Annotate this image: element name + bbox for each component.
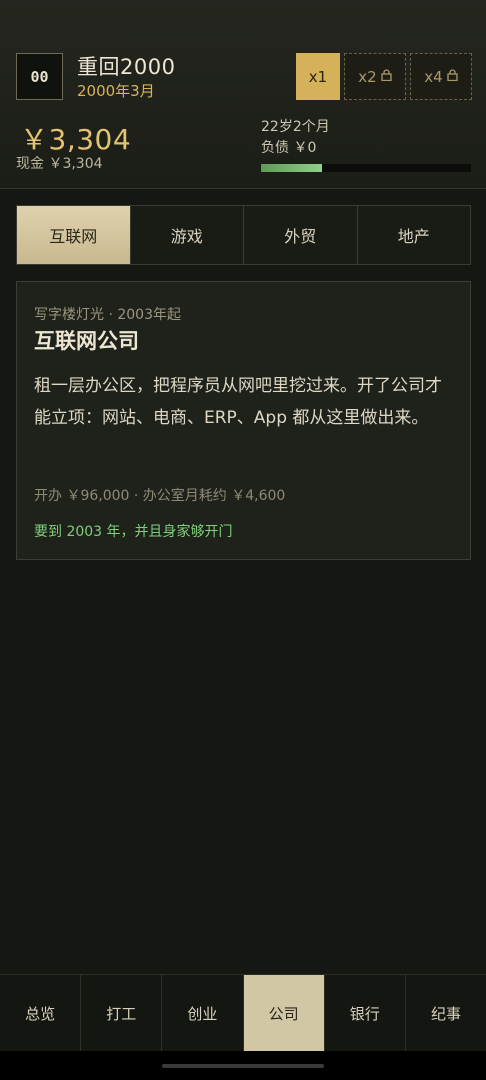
life-progress-bar [261, 164, 471, 172]
nav-chronicle[interactable]: 纪事 [406, 975, 486, 1051]
speed-x4-button[interactable]: x4 [410, 53, 472, 100]
tab-games[interactable]: 游戏 [131, 206, 244, 264]
card-cost: 开办 ￥96,000 · 办公室月耗约 ￥4,600 [34, 488, 286, 504]
player-age: 22岁2个月 [261, 119, 330, 135]
system-nav-bar [0, 1051, 486, 1080]
tab-trade[interactable]: 外贸 [244, 206, 358, 264]
nav-bank[interactable]: 银行 [325, 975, 406, 1051]
nav-startup[interactable]: 创业 [162, 975, 244, 1051]
speed-label: x4 [424, 67, 443, 86]
nav-overview[interactable]: 总览 [0, 975, 82, 1051]
cash-amount: ￥3,304 [20, 123, 132, 156]
debt-amount: 负债 ￥0 [261, 140, 317, 156]
lock-icon [381, 69, 392, 84]
bottom-nav: 总览 打工 创业 公司 银行 纪事 [0, 974, 486, 1051]
industry-tabs: 互联网 游戏 外贸 地产 [16, 205, 471, 265]
speed-x1-button[interactable]: x1 [296, 53, 340, 100]
current-date: 2000年3月 [77, 82, 155, 100]
speed-label: x2 [358, 67, 377, 86]
card-kicker: 写字楼灯光 · 2003年起 [34, 307, 181, 323]
game-logo: 00 [16, 53, 63, 100]
company-card[interactable]: 写字楼灯光 · 2003年起 互联网公司 租一层办公区，把程序员从网吧里挖过来。… [16, 281, 471, 560]
lock-icon [447, 69, 458, 84]
card-title: 互联网公司 [34, 329, 139, 353]
game-title: 重回2000 [77, 55, 176, 79]
tab-real-estate[interactable]: 地产 [358, 206, 471, 264]
cash-detail: 现金 ￥3,304 [16, 156, 103, 172]
nav-company[interactable]: 公司 [243, 975, 325, 1051]
card-requirement: 要到 2003 年，并且身家够开门 [34, 524, 233, 540]
speed-label: x1 [308, 67, 328, 86]
card-description: 租一层办公区，把程序员从网吧里挖过来。开了公司才能立项：网站、电商、ERP、Ap… [34, 376, 442, 428]
speed-x2-button[interactable]: x2 [344, 53, 406, 100]
home-indicator[interactable] [162, 1064, 324, 1068]
life-progress-fill [261, 164, 322, 172]
nav-work[interactable]: 打工 [81, 975, 163, 1051]
top-header: 00 重回2000 2000年3月 x1 x2 x4 ￥3,304 现金 ￥3,… [0, 0, 486, 189]
tab-internet[interactable]: 互联网 [17, 206, 131, 264]
